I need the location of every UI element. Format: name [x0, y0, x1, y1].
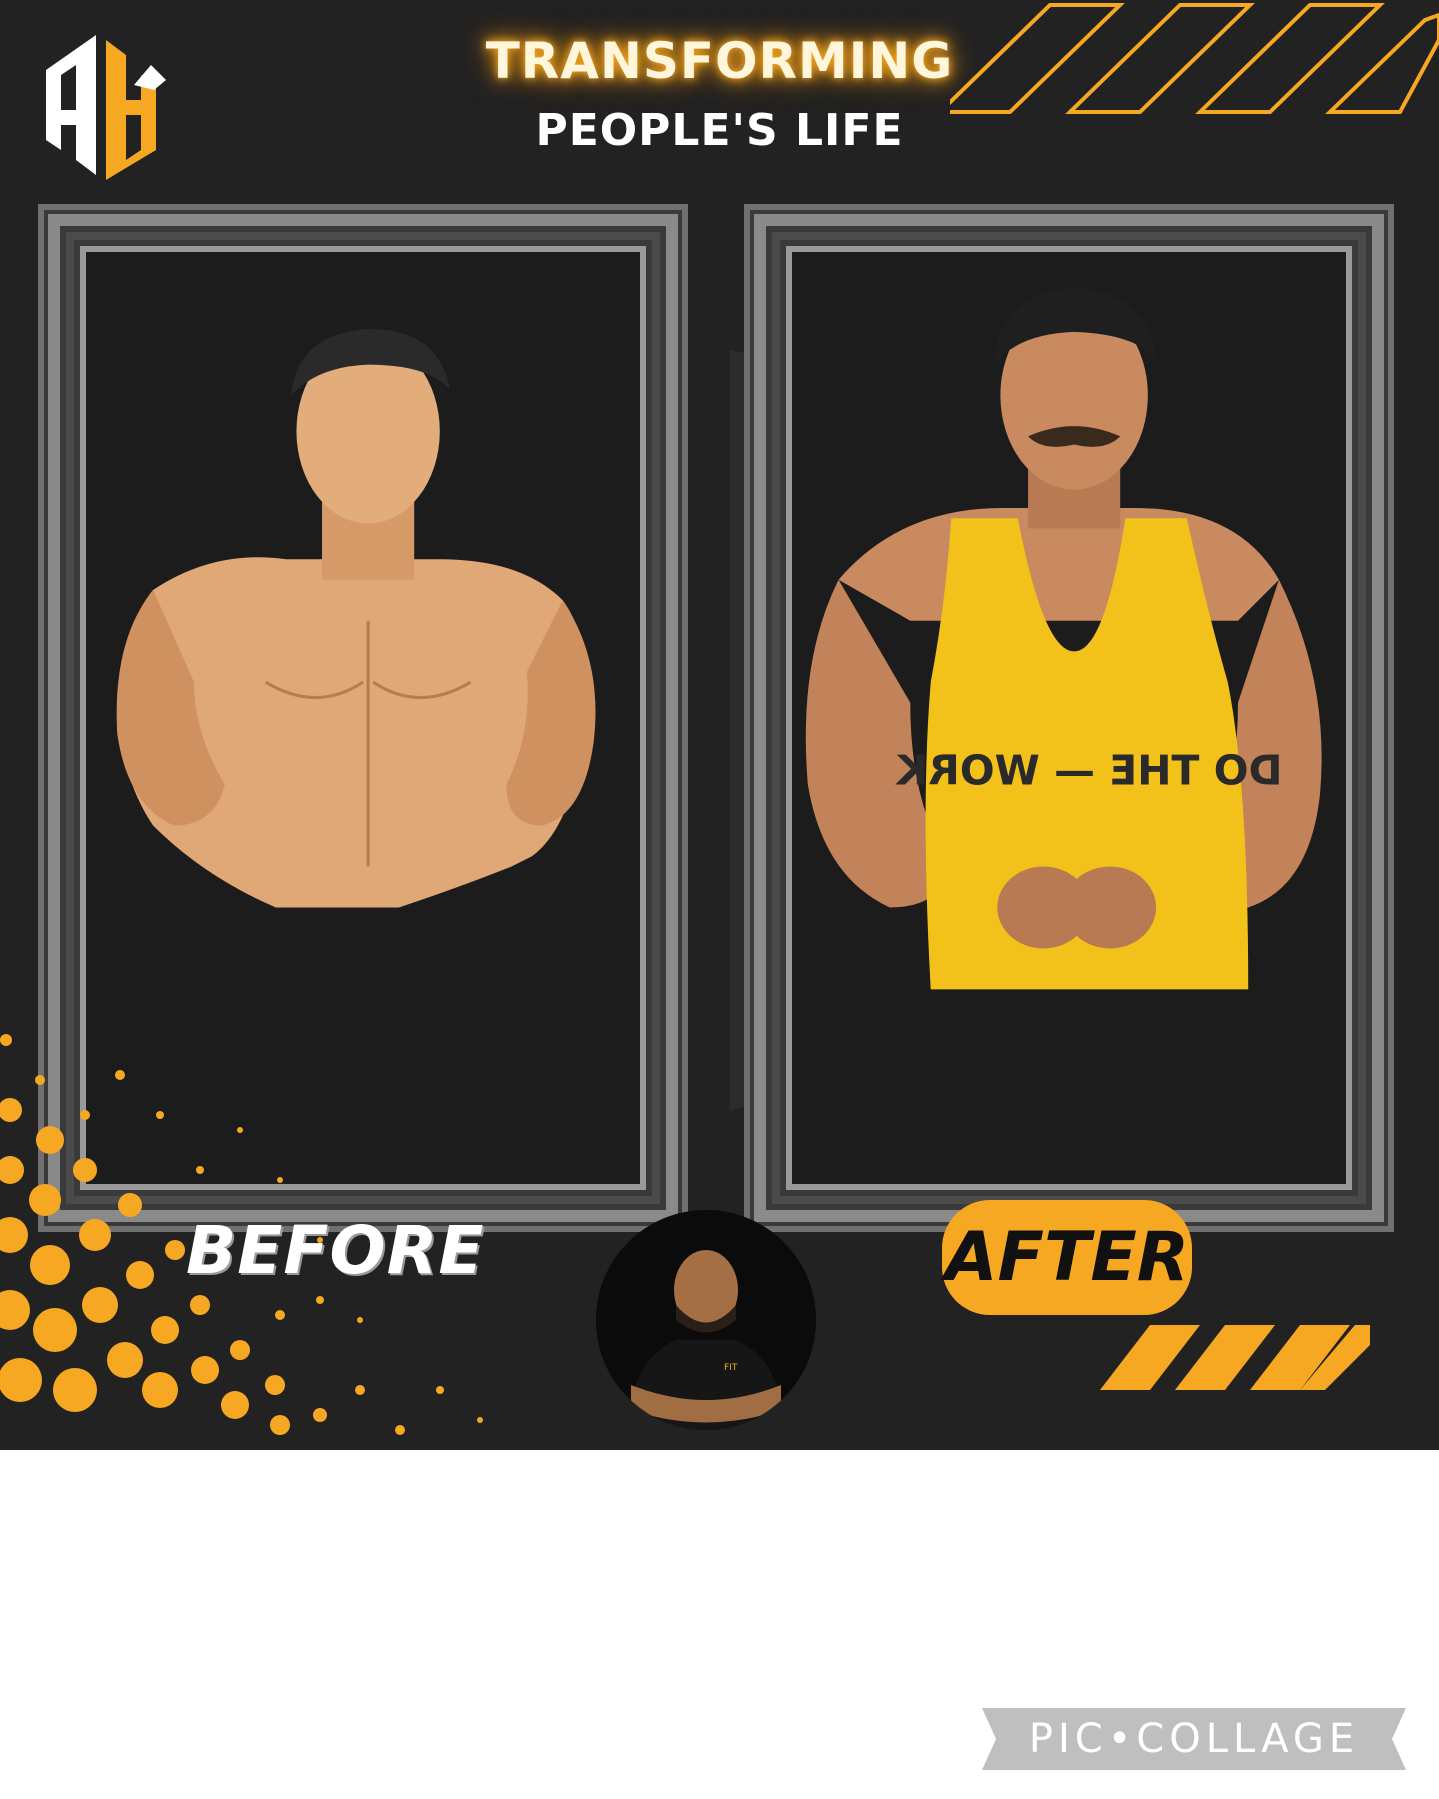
shirt-text: DO THE — WORK: [895, 747, 1282, 795]
transformation-poster: TRANSFORMING PEOPLE'S LIFE DO THE — WORK…: [0, 0, 1439, 1450]
after-label: AFTER: [942, 1200, 1192, 1315]
stripes-top-decoration: [950, 2, 1439, 114]
honeycomb-decoration: [0, 1034, 483, 1435]
stripes-bottom-decoration: [1100, 1325, 1370, 1390]
after-photo: DO THE — WORK: [805, 287, 1322, 990]
coach-avatar: FIT: [596, 1210, 816, 1430]
watermark-text: PIC•COLLAGE: [1028, 1716, 1360, 1762]
after-photo-frame: DO THE — WORK: [744, 204, 1394, 1232]
pic-collage-watermark: PIC•COLLAGE: [982, 1708, 1406, 1770]
svg-text:FIT: FIT: [724, 1363, 738, 1373]
before-label: BEFORE: [186, 1212, 485, 1289]
